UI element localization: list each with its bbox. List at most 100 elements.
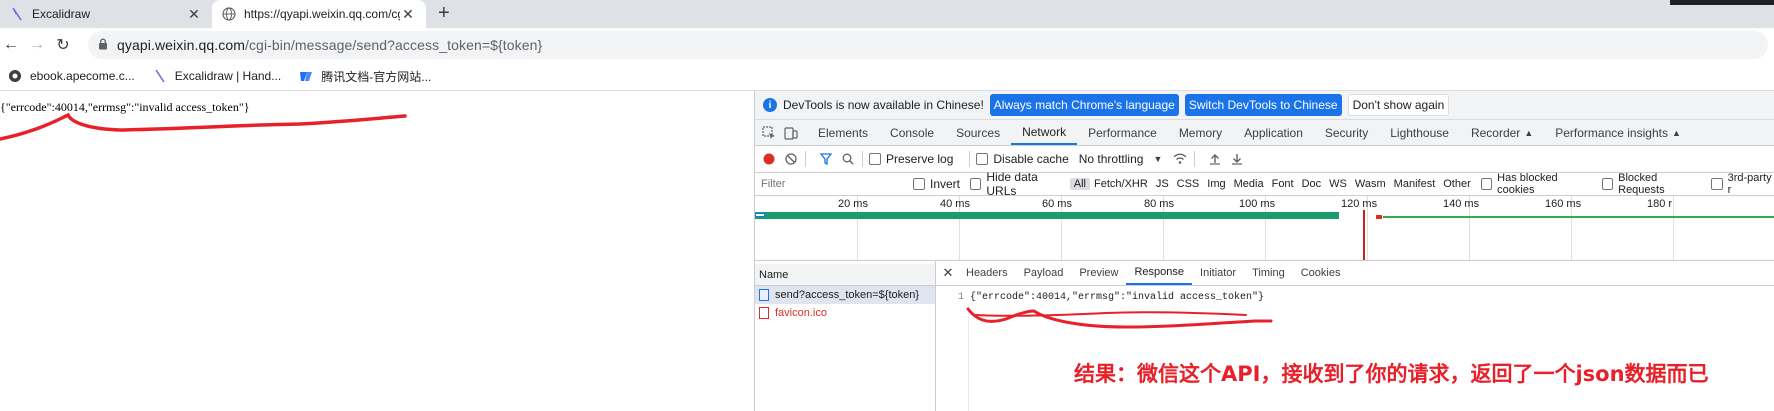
reload-icon[interactable]: ↻	[52, 34, 74, 56]
request-queue-bar	[755, 213, 765, 217]
tab-memory[interactable]: Memory	[1168, 120, 1233, 145]
search-icon[interactable]	[840, 151, 856, 167]
new-tab-icon[interactable]: +	[438, 2, 450, 25]
page-content: {"errcode":40014,"errmsg":"invalid acces…	[0, 91, 754, 411]
tab-initiator[interactable]: Initiator	[1192, 261, 1244, 285]
tab-timing[interactable]: Timing	[1244, 261, 1293, 285]
line-number: 1	[957, 291, 964, 303]
request-row[interactable]: send?access_token=${token}	[755, 286, 935, 304]
close-icon[interactable]: ✕	[938, 265, 958, 281]
import-har-icon[interactable]	[1207, 151, 1223, 167]
checkbox-box	[976, 153, 989, 165]
network-filter-bar: Invert Hide data URLs All Fetch/XHR JS C…	[755, 170, 1774, 198]
third-party-checkbox[interactable]: 3rd-party r	[1711, 172, 1774, 196]
preserve-log-checkbox[interactable]: Preserve log	[869, 152, 953, 166]
network-conditions-icon[interactable]	[1172, 151, 1188, 167]
response-body[interactable]: {"errcode":40014,"errmsg":"invalid acces…	[970, 292, 1264, 303]
filter-type-css[interactable]: CSS	[1173, 178, 1204, 190]
timeline-tick-label: 140 ms	[1443, 198, 1480, 210]
tencent-docs-icon	[299, 69, 313, 83]
tab-title: https://qyapi.weixin.qq.com/cg	[244, 7, 400, 21]
filter-type-font[interactable]: Font	[1268, 178, 1298, 190]
lock-icon	[98, 38, 108, 53]
clear-icon[interactable]	[783, 151, 799, 167]
timeline-tick-label: 80 ms	[1144, 198, 1174, 210]
export-har-icon[interactable]	[1229, 151, 1245, 167]
inspect-element-icon[interactable]	[761, 125, 777, 141]
filter-input[interactable]	[755, 174, 905, 194]
network-timeline-overview[interactable]: 20 ms 40 ms 60 ms 80 ms 100 ms 120 ms 14…	[755, 196, 1774, 261]
filter-type-js[interactable]: JS	[1152, 178, 1173, 190]
url-text: qyapi.weixin.qq.com/cgi-bin/message/send…	[117, 37, 542, 53]
tab-recorder[interactable]: Recorder ▲	[1460, 120, 1544, 145]
filter-type-all[interactable]: All	[1069, 178, 1091, 190]
always-match-language-button[interactable]: Always match Chrome's language	[989, 94, 1179, 116]
tab-console[interactable]: Console	[879, 120, 945, 145]
filter-type-other[interactable]: Other	[1439, 178, 1475, 190]
bookmark-item[interactable]: 腾讯文档-官方网站...	[299, 68, 431, 85]
browser-toolbar: ← → ↻ qyapi.weixin.qq.com/cgi-bin/messag…	[0, 28, 1774, 62]
invert-checkbox[interactable]: Invert	[913, 177, 960, 191]
tab-elements[interactable]: Elements	[807, 120, 879, 145]
blocked-requests-checkbox[interactable]: Blocked Requests	[1601, 172, 1701, 196]
tab-security[interactable]: Security	[1314, 120, 1379, 145]
bookmark-item[interactable]: Excalidraw | Hand...	[153, 69, 281, 83]
tab-excalidraw[interactable]: Excalidraw ✕	[0, 0, 212, 28]
filter-type-manifest[interactable]: Manifest	[1390, 178, 1440, 190]
request-name: favicon.ico	[775, 307, 827, 319]
globe-icon	[222, 7, 236, 21]
tab-label: Performance insights	[1555, 125, 1668, 140]
dropdown-arrow-icon: ▼	[1153, 154, 1163, 164]
tab-qyapi[interactable]: https://qyapi.weixin.qq.com/cg ✕	[212, 0, 426, 28]
info-icon: i	[763, 98, 777, 112]
red-underline-annotation	[966, 307, 1273, 329]
forward-icon[interactable]: →	[26, 34, 48, 56]
tab-performance[interactable]: Performance	[1077, 120, 1168, 145]
tab-application[interactable]: Application	[1233, 120, 1314, 145]
document-icon	[759, 289, 769, 301]
url-host: qyapi.weixin.qq.com	[117, 37, 245, 53]
back-icon[interactable]: ←	[0, 34, 22, 56]
tab-network[interactable]: Network	[1011, 120, 1078, 145]
checkbox-box	[913, 178, 925, 190]
infobar-message: DevTools is now available in Chinese!	[783, 98, 984, 112]
toolbar-divider	[1194, 151, 1196, 167]
favicon-waterfall-bar	[1383, 216, 1774, 218]
filter-type-img[interactable]: Img	[1203, 178, 1229, 190]
tab-response[interactable]: Response	[1126, 261, 1193, 285]
bookmark-item[interactable]: ebook.apecome.c...	[8, 69, 135, 83]
record-icon[interactable]	[761, 151, 777, 167]
bookmarks-bar: ebook.apecome.c... Excalidraw | Hand... …	[0, 62, 1774, 91]
filter-type-fetch-xhr[interactable]: Fetch/XHR	[1090, 178, 1152, 190]
tab-cookies[interactable]: Cookies	[1293, 261, 1349, 285]
request-row[interactable]: favicon.ico	[755, 304, 935, 322]
switch-to-chinese-button[interactable]: Switch DevTools to Chinese	[1184, 94, 1342, 116]
close-icon[interactable]: ✕	[400, 6, 416, 23]
name-column-header[interactable]: Name	[755, 264, 935, 286]
hide-data-urls-checkbox[interactable]: Hide data URLs	[970, 170, 1066, 198]
filter-type-doc[interactable]: Doc	[1298, 178, 1326, 190]
throttling-select[interactable]: No throttling ▼	[1079, 152, 1163, 166]
device-toolbar-icon[interactable]	[783, 125, 799, 141]
filter-type-wasm[interactable]: Wasm	[1351, 178, 1390, 190]
tab-lighthouse[interactable]: Lighthouse	[1379, 120, 1460, 145]
url-path: /cgi-bin/message/send?access_token=${tok…	[244, 37, 543, 53]
filter-icon[interactable]	[818, 151, 834, 167]
tab-preview[interactable]: Preview	[1071, 261, 1126, 285]
tab-sources[interactable]: Sources	[945, 120, 1011, 145]
checkbox-box	[1711, 178, 1723, 190]
checkbox-label: Blocked Requests	[1618, 172, 1665, 196]
close-icon[interactable]: ✕	[186, 6, 202, 23]
filter-type-media[interactable]: Media	[1230, 178, 1268, 190]
tab-payload[interactable]: Payload	[1016, 261, 1072, 285]
disable-cache-checkbox[interactable]: Disable cache	[976, 152, 1069, 166]
tab-performance-insights[interactable]: Performance insights ▲	[1544, 120, 1692, 145]
tab-headers[interactable]: Headers	[958, 261, 1016, 285]
has-blocked-cookies-checkbox[interactable]: Has blocked cookies	[1480, 172, 1592, 196]
filter-type-ws[interactable]: WS	[1325, 178, 1351, 190]
dont-show-again-button[interactable]: Don't show again	[1347, 94, 1450, 116]
flask-icon: ▲	[1671, 127, 1681, 138]
address-bar[interactable]: qyapi.weixin.qq.com/cgi-bin/message/send…	[88, 31, 1768, 59]
checkbox-label: 3rd-party r	[1727, 172, 1772, 196]
checkbox-box	[970, 178, 982, 190]
